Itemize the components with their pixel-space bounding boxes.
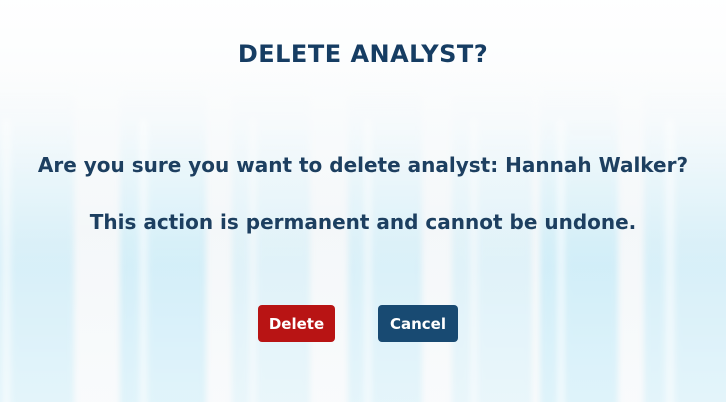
confirm-message: Are you sure you want to delete analyst:…: [37, 153, 689, 177]
delete-button[interactable]: Delete: [258, 305, 335, 342]
cancel-button[interactable]: Cancel: [378, 305, 458, 342]
delete-analyst-dialog: DELETE ANALYST? Are you sure you want to…: [0, 0, 726, 402]
dialog-title: DELETE ANALYST?: [237, 40, 489, 68]
warning-message: This action is permanent and cannot be u…: [89, 210, 637, 234]
